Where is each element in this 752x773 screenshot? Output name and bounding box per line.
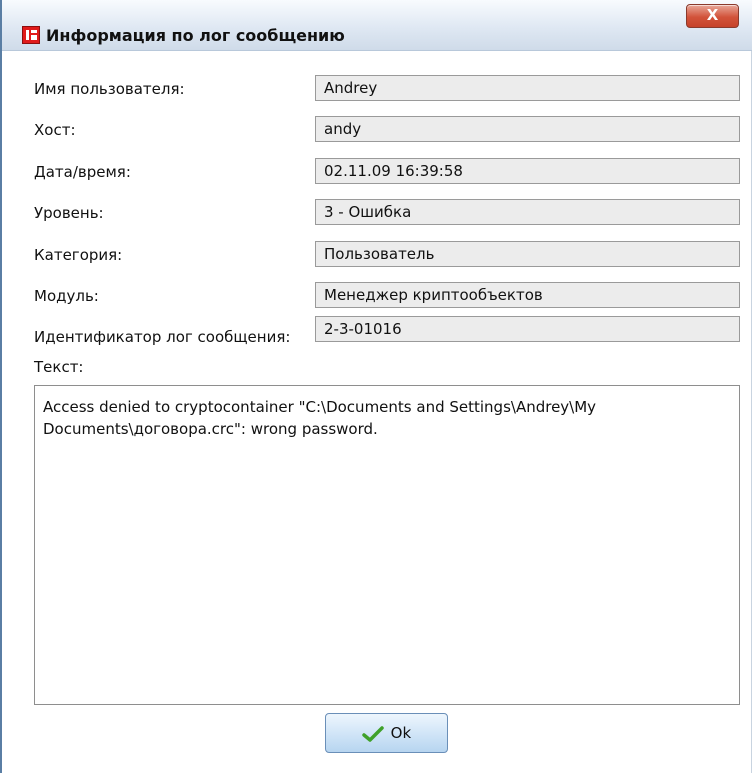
close-icon: X	[706, 6, 719, 24]
host-field[interactable]: andy	[315, 116, 740, 142]
datetime-label: Дата/время:	[34, 163, 131, 181]
window-title: Информация по лог сообщению	[46, 26, 345, 45]
category-label: Категория:	[34, 246, 123, 264]
module-field[interactable]: Менеджер криптообъектов	[315, 282, 740, 308]
module-label: Модуль:	[34, 287, 99, 305]
host-label: Хост:	[34, 121, 76, 139]
log-message-dialog: Информация по лог сообщению X Имя пользо…	[0, 0, 752, 773]
text-label: Текст:	[34, 358, 84, 376]
message-id-label: Идентификатор лог сообщения:	[34, 328, 291, 346]
level-field[interactable]: 3 - Ошибка	[315, 199, 740, 225]
app-icon	[22, 26, 40, 44]
message-text-area[interactable]: Access denied to cryptocontainer "C:\Doc…	[34, 385, 740, 705]
username-label: Имя пользователя:	[34, 80, 185, 98]
level-label: Уровень:	[34, 204, 104, 222]
username-field[interactable]: Andrey	[315, 75, 740, 101]
category-field[interactable]: Пользователь	[315, 241, 740, 267]
ok-button[interactable]: Ok	[325, 713, 448, 753]
datetime-field[interactable]: 02.11.09 16:39:58	[315, 158, 740, 184]
close-button[interactable]: X	[686, 4, 739, 28]
ok-button-label: Ok	[390, 724, 412, 742]
message-id-field[interactable]: 2-3-01016	[315, 316, 740, 342]
title-bar[interactable]: Информация по лог сообщению X	[2, 0, 752, 51]
checkmark-icon	[362, 725, 384, 742]
